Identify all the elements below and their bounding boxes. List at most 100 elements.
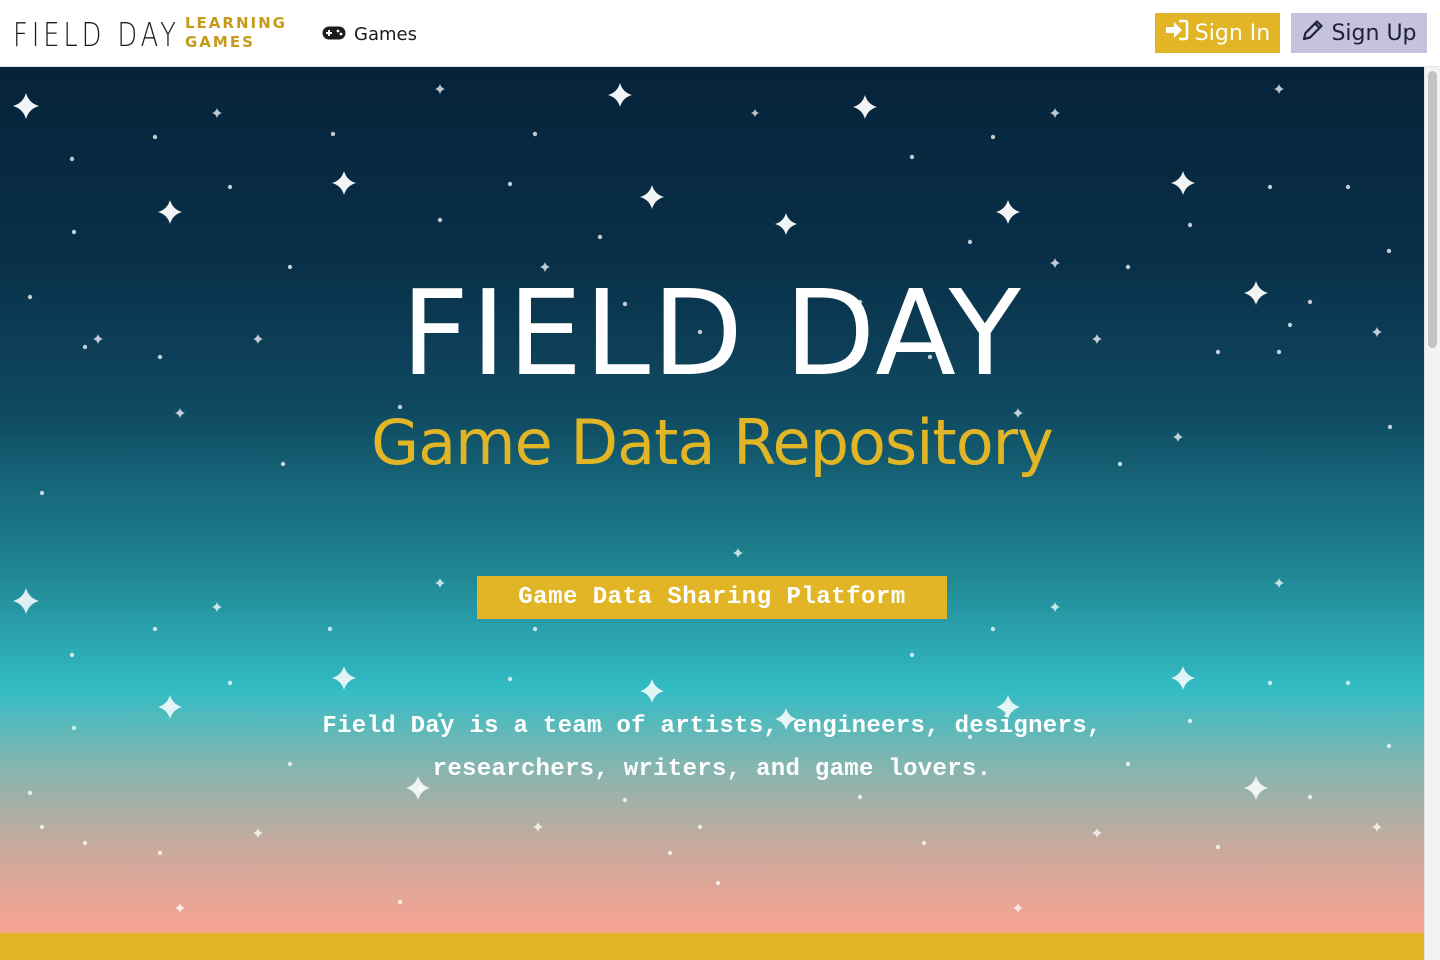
starfield-background xyxy=(13,83,1393,913)
sign-in-button[interactable]: Sign In xyxy=(1155,13,1280,53)
star-dot xyxy=(1215,844,1221,850)
sparkle-star xyxy=(435,84,445,94)
star-dot xyxy=(857,794,863,800)
field-day-logo[interactable]: FIELD DAY LEARNING GAMES xyxy=(13,12,285,56)
sparkle-star xyxy=(253,828,263,838)
hero-tagline: Field Day is a team of artists, engineer… xyxy=(210,705,1214,791)
pencil-icon xyxy=(1301,18,1325,48)
sparkle-star xyxy=(13,93,39,119)
star-dot xyxy=(532,626,538,632)
sparkle-star xyxy=(853,95,877,119)
sign-up-button[interactable]: Sign Up xyxy=(1291,13,1427,53)
star-dot xyxy=(27,790,33,796)
star-dot xyxy=(227,184,233,190)
sparkle-star xyxy=(1274,84,1284,94)
star-dot xyxy=(437,217,443,223)
star-dot xyxy=(1187,222,1193,228)
star-dot xyxy=(71,229,77,235)
star-dot xyxy=(69,652,75,658)
star-dot xyxy=(967,239,973,245)
sparkle-star xyxy=(1050,602,1060,612)
gamepad-icon xyxy=(322,24,346,45)
sign-up-label: Sign Up xyxy=(1331,20,1417,46)
star-dot xyxy=(990,134,996,140)
sparkle-star xyxy=(1013,903,1023,913)
sparkle-star xyxy=(158,695,182,719)
sparkle-star xyxy=(640,679,664,703)
star-dot xyxy=(82,840,88,846)
tagline-line1: Field Day is a team of artists, engineer… xyxy=(322,713,1102,740)
star-dot xyxy=(152,626,158,632)
sign-in-label: Sign In xyxy=(1194,20,1271,46)
star-dot xyxy=(909,652,915,658)
star-dot xyxy=(39,490,45,496)
sparkle-star xyxy=(13,588,39,614)
star-dot xyxy=(1386,743,1392,749)
sparkle-star xyxy=(1171,171,1195,195)
sparkle-star xyxy=(996,200,1020,224)
hero-banner: FIELD DAY Game Data Repository Game Data… xyxy=(0,67,1424,933)
sparkle-star xyxy=(1274,578,1284,588)
top-navigation-bar: FIELD DAY LEARNING GAMES Games Sign In S… xyxy=(0,0,1440,67)
sparkle-star xyxy=(751,109,759,117)
sparkle-star xyxy=(533,822,543,832)
sparkle-star xyxy=(1050,108,1060,118)
sparkle-star xyxy=(1050,258,1060,268)
platform-badge: Game Data Sharing Platform xyxy=(477,576,947,619)
sparkle-star xyxy=(1372,822,1382,832)
sparkle-star xyxy=(212,602,222,612)
star-dot xyxy=(1267,184,1273,190)
logo-wordmark: FIELD DAY xyxy=(13,14,180,54)
star-dot xyxy=(697,824,703,830)
star-dot xyxy=(157,850,163,856)
star-dot xyxy=(715,880,721,886)
sparkle-star xyxy=(775,213,797,235)
star-dot xyxy=(597,234,603,240)
logo-subtitle: LEARNING GAMES xyxy=(185,14,287,52)
star-dot xyxy=(532,131,538,137)
scrollbar-thumb[interactable] xyxy=(1428,71,1437,348)
sparkle-star xyxy=(1244,776,1268,800)
sparkle-star xyxy=(608,83,632,107)
star-dot xyxy=(921,840,927,846)
star-dot xyxy=(1345,680,1351,686)
games-nav-link[interactable]: Games xyxy=(322,20,417,48)
star-dot xyxy=(909,154,915,160)
star-dot xyxy=(287,264,293,270)
star-dot xyxy=(507,181,513,187)
tagline-line2: researchers, writers, and game lovers. xyxy=(432,756,992,783)
star-dot xyxy=(990,626,996,632)
next-section-strip xyxy=(0,933,1424,960)
logo-subtitle-line2: GAMES xyxy=(185,33,255,51)
star-dot xyxy=(622,797,628,803)
hero-title: FIELD DAY xyxy=(401,264,1023,402)
star-dot xyxy=(397,899,403,905)
games-nav-label: Games xyxy=(354,23,417,45)
star-dot xyxy=(327,626,333,632)
sparkle-star xyxy=(1092,828,1102,838)
page-scrollbar[interactable] xyxy=(1424,67,1440,960)
star-dot xyxy=(71,725,77,731)
sparkle-star xyxy=(733,548,743,558)
star-dot xyxy=(69,156,75,162)
sparkle-star xyxy=(332,171,356,195)
sparkle-star xyxy=(158,200,182,224)
sparkle-star xyxy=(175,903,185,913)
star-dot xyxy=(667,850,673,856)
sparkle-star xyxy=(332,666,356,690)
hero-subtitle: Game Data Repository xyxy=(371,406,1054,479)
sign-in-icon xyxy=(1165,19,1189,47)
star-dot xyxy=(227,680,233,686)
sparkle-star xyxy=(212,108,222,118)
star-dot xyxy=(152,134,158,140)
star-dot xyxy=(39,824,45,830)
sparkle-star xyxy=(640,185,664,209)
logo-subtitle-line1: LEARNING xyxy=(185,14,287,32)
sparkle-star xyxy=(1171,666,1195,690)
star-dot xyxy=(1267,680,1273,686)
star-dot xyxy=(1345,184,1351,190)
star-dot xyxy=(507,676,513,682)
sparkle-star xyxy=(435,578,445,588)
star-dot xyxy=(1386,248,1392,254)
star-dot xyxy=(330,131,336,137)
